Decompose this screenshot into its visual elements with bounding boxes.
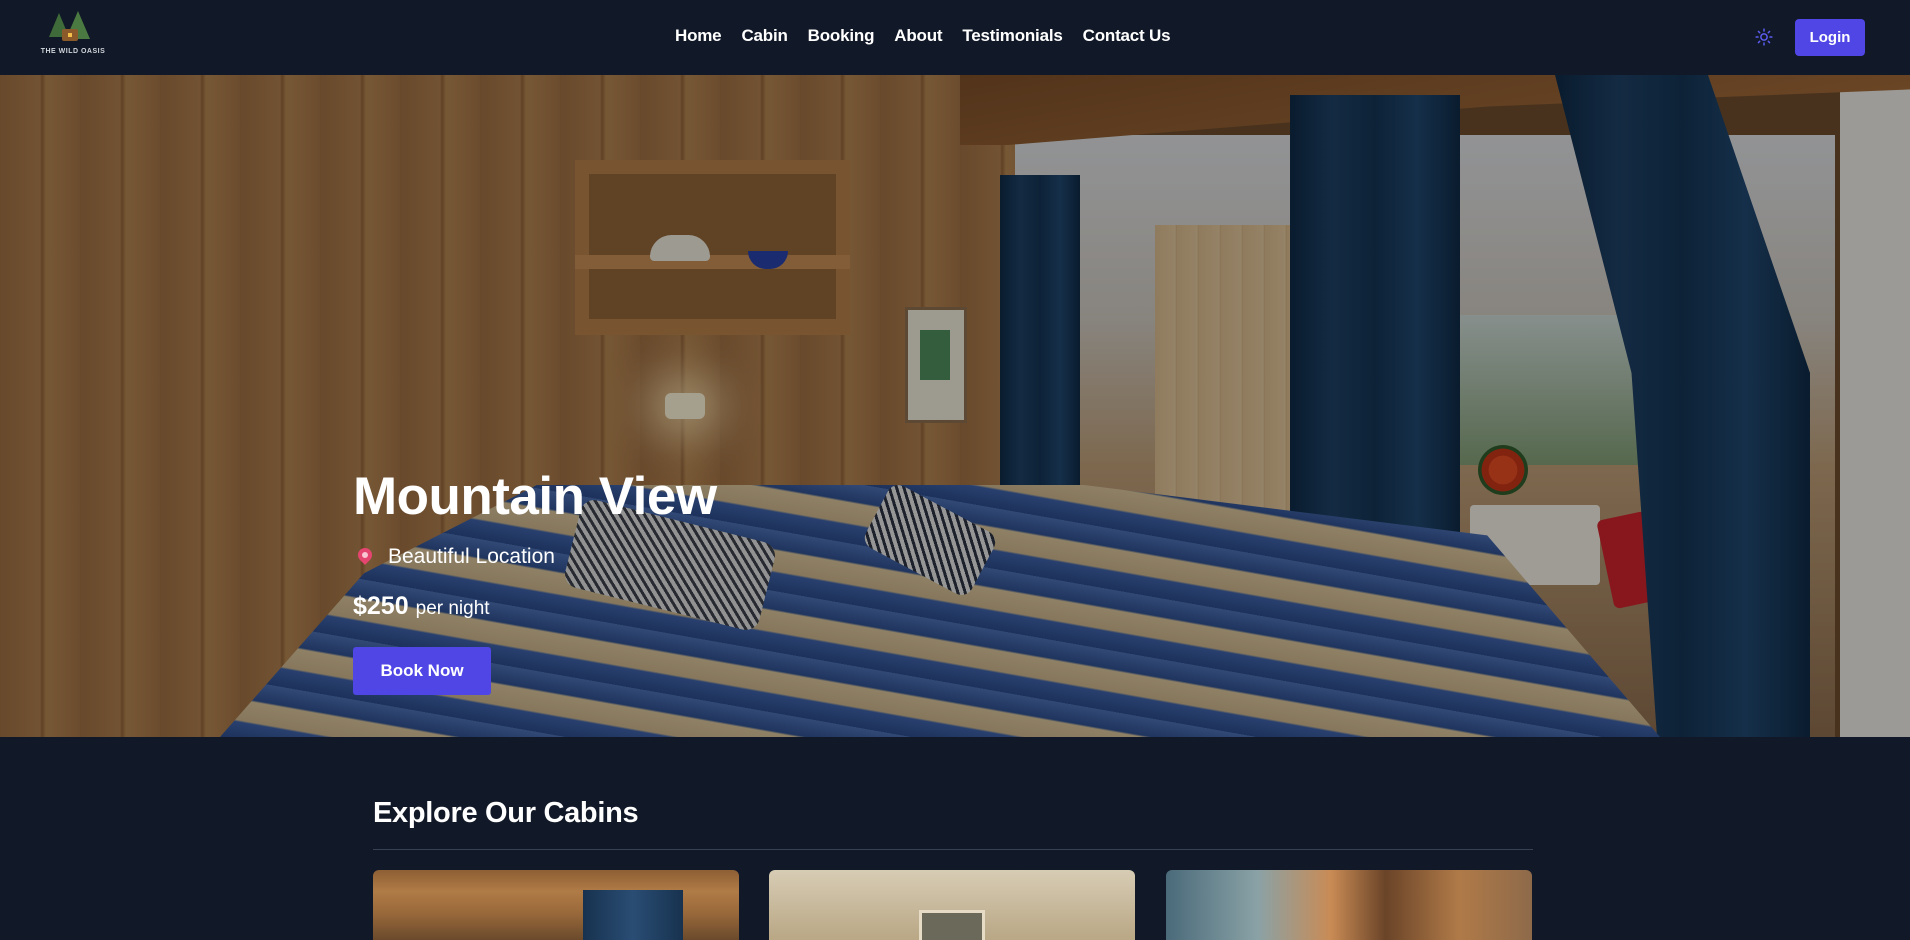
main-nav: Home Cabin Booking About Testimonials Co… xyxy=(675,24,1190,48)
section-title: Explore Our Cabins xyxy=(373,797,639,829)
hero-title: Mountain View xyxy=(353,467,717,526)
nav-cabin[interactable]: Cabin xyxy=(741,24,787,48)
brand-name: THE WILD OASIS xyxy=(40,48,106,55)
price-unit: per night xyxy=(415,598,490,619)
theme-toggle-button[interactable] xyxy=(1754,27,1774,47)
location-label: Beautiful Location xyxy=(388,545,555,568)
hero-banner: Mountain View Beautiful Location $250 pe… xyxy=(0,75,1910,737)
section-divider xyxy=(373,849,1533,850)
nav-contact-us[interactable]: Contact Us xyxy=(1083,24,1171,48)
cabin-card-2[interactable] xyxy=(769,870,1135,940)
top-navbar: THE WILD OASIS Home Cabin Booking About … xyxy=(0,0,1910,76)
cabin-card-1[interactable] xyxy=(373,870,739,940)
nav-home[interactable]: Home xyxy=(675,24,722,48)
nav-testimonials[interactable]: Testimonials xyxy=(962,24,1062,48)
price-amount: $250 xyxy=(353,592,409,620)
hero-overlay xyxy=(0,75,1910,737)
hero-content: Mountain View Beautiful Location $250 pe… xyxy=(353,467,717,695)
cabin-icon xyxy=(62,29,78,41)
nav-about[interactable]: About xyxy=(894,24,942,48)
login-button[interactable]: Login xyxy=(1795,19,1865,56)
sun-icon xyxy=(1755,28,1773,46)
hero-location: Beautiful Location xyxy=(353,545,717,569)
location-pin-icon xyxy=(355,545,375,565)
brand-logo[interactable]: THE WILD OASIS xyxy=(38,9,108,59)
hero-price: $250 per night xyxy=(353,592,717,621)
nav-booking[interactable]: Booking xyxy=(808,24,875,48)
book-now-button[interactable]: Book Now xyxy=(353,647,491,695)
cabin-card-3[interactable] xyxy=(1166,870,1532,940)
